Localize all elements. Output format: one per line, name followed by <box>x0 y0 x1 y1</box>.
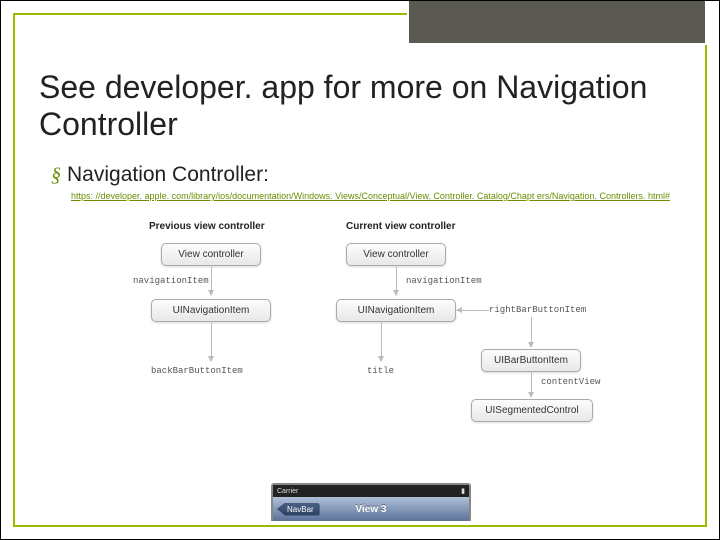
label-title: title <box>367 366 394 376</box>
node-curr-vc: View controller <box>346 243 446 266</box>
label-contentview: contentView <box>541 377 600 387</box>
node-prev-vc: View controller <box>161 243 261 266</box>
arrow <box>381 321 382 361</box>
label-rightbar: rightBarButtonItem <box>489 305 586 315</box>
node-curr-navitem: UINavigationItem <box>336 299 456 322</box>
doc-link[interactable]: https: //developer. apple. com/library/i… <box>71 191 679 203</box>
bullet-text: Navigation Controller: <box>67 163 269 187</box>
status-bar: Carrier ▮ <box>273 485 469 497</box>
arrow <box>211 321 212 361</box>
arrow <box>396 265 397 295</box>
arrow <box>457 310 489 311</box>
label-backbar: backBarButtonItem <box>151 366 243 376</box>
arrow <box>531 371 532 397</box>
arrow <box>211 265 212 295</box>
arrow <box>531 317 532 347</box>
node-segmented: UISegmentedControl <box>471 399 593 422</box>
signal-icon: ▮ <box>461 487 465 495</box>
node-prev-navitem: UINavigationItem <box>151 299 271 322</box>
bullet-item: § Navigation Controller: <box>51 163 269 187</box>
navbar-title: View 3 <box>356 504 387 515</box>
nav-controller-diagram: Previous view controller Current view co… <box>131 221 601 521</box>
phone-mock: Carrier ▮ NavBar View 3 <box>271 483 471 521</box>
carrier-label: Carrier <box>277 488 298 495</box>
title-banner <box>407 1 707 45</box>
header-prev: Previous view controller <box>149 221 265 232</box>
slide-title: See developer. app for more on Navigatio… <box>39 69 681 143</box>
header-curr: Current view controller <box>346 221 455 232</box>
bullet-icon: § <box>51 164 61 187</box>
node-barbutton: UIBarButtonItem <box>481 349 581 372</box>
label-navitem-l: navigationItem <box>133 276 209 286</box>
label-navitem-r: navigationItem <box>406 276 482 286</box>
back-button[interactable]: NavBar <box>277 503 320 516</box>
ios-navbar: NavBar View 3 <box>273 497 469 521</box>
